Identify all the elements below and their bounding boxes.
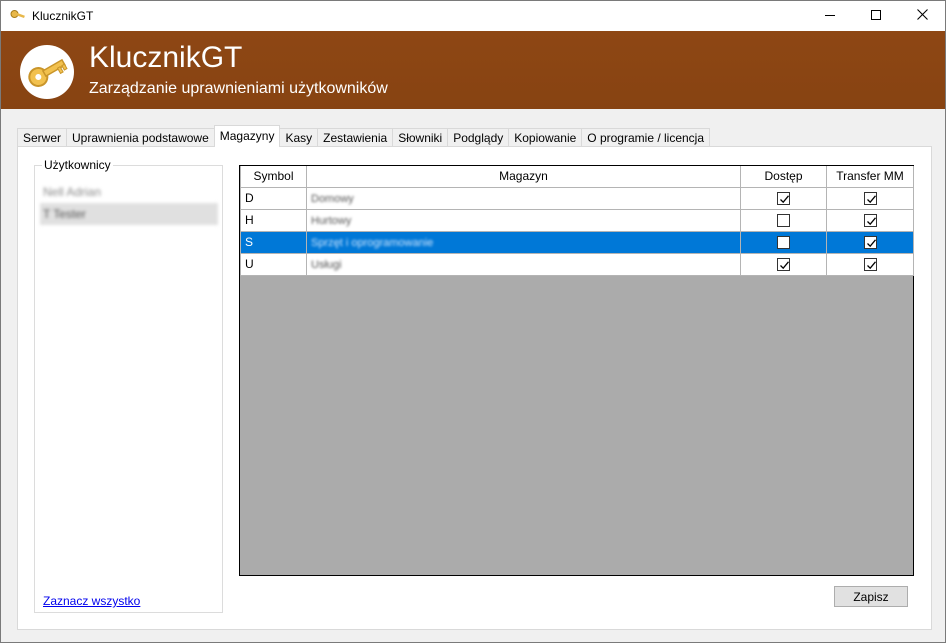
warehouse-grid[interactable]: Symbol Magazyn Dostęp Transfer MM D Domow…	[239, 165, 914, 576]
maximize-icon	[871, 9, 881, 23]
user-list-item[interactable]: Nell Adrian	[40, 181, 218, 203]
users-list[interactable]: Nell Adrian T Tester	[40, 181, 218, 225]
table-row[interactable]: D Domowy	[240, 186, 914, 210]
minimize-button[interactable]	[807, 1, 853, 31]
dostep-checkbox[interactable]	[777, 236, 790, 250]
dostep-checkbox[interactable]	[777, 258, 790, 272]
cell-transfer-mm	[826, 230, 914, 254]
cell-transfer-mm	[826, 252, 914, 276]
cell-dostep	[740, 186, 827, 210]
cell-symbol: U	[240, 252, 307, 276]
maximize-button[interactable]	[853, 1, 899, 31]
table-header-row: Symbol Magazyn Dostęp Transfer MM	[240, 166, 914, 188]
tab-magazyny[interactable]: Magazyny	[213, 125, 281, 147]
cell-transfer-mm	[826, 208, 914, 232]
warehouse-table: Symbol Magazyn Dostęp Transfer MM D Domow…	[240, 166, 914, 276]
cell-dostep	[740, 252, 827, 276]
cell-symbol: H	[240, 208, 307, 232]
cell-magazyn: Sprzęt i oprogramowanie	[306, 230, 741, 254]
cell-dostep	[740, 208, 827, 232]
transfer-mm-checkbox[interactable]	[863, 236, 877, 250]
select-all-link[interactable]: Zaznacz wszystko	[43, 594, 140, 608]
column-header-magazyn[interactable]: Magazyn	[306, 166, 741, 188]
dostep-checkbox[interactable]	[777, 214, 790, 228]
key-icon	[10, 9, 26, 23]
column-header-symbol[interactable]: Symbol	[240, 166, 307, 188]
magazyn-name: Usługi	[311, 259, 342, 271]
tab-kasy[interactable]: Kasy	[279, 128, 319, 147]
tab-zestawienia[interactable]: Zestawienia	[317, 128, 394, 147]
magazyn-name: Domowy	[311, 193, 354, 205]
cell-dostep	[740, 230, 827, 254]
tab-uprawnienia-podstawowe[interactable]: Uprawnienia podstawowe	[66, 128, 215, 147]
cell-magazyn: Usługi	[306, 252, 741, 276]
magazyn-name: Hurtowy	[311, 215, 352, 227]
tab-kopiowanie[interactable]: Kopiowanie	[508, 128, 583, 147]
table-row[interactable]: S Sprzęt i oprogramowanie	[240, 230, 914, 254]
column-header-dostep[interactable]: Dostęp	[740, 166, 827, 188]
save-button[interactable]: Zapisz	[834, 586, 908, 607]
cell-symbol: S	[240, 230, 307, 254]
tab-strip: Serwer Uprawnienia podstawowe Magazyny K…	[17, 125, 711, 147]
cell-magazyn: Hurtowy	[306, 208, 741, 232]
tab-podglady[interactable]: Podglądy	[447, 128, 510, 147]
header-banner: KlucznikGT Zarządzanie uprawnieniami uży…	[1, 31, 945, 109]
window-title: KlucznikGT	[32, 9, 94, 23]
tab-serwer[interactable]: Serwer	[17, 128, 68, 147]
table-row[interactable]: U Usługi	[240, 252, 914, 276]
transfer-mm-checkbox[interactable]	[863, 214, 877, 228]
minimize-icon	[825, 9, 835, 23]
magazyn-name: Sprzęt i oprogramowanie	[311, 237, 434, 249]
dostep-checkbox[interactable]	[777, 192, 790, 206]
main-window: KlucznikGT KlucznikGT Zarządzanie uprawn…	[0, 0, 946, 643]
app-name: KlucznikGT	[89, 41, 243, 74]
cell-symbol: D	[240, 186, 307, 210]
column-header-transfer-mm[interactable]: Transfer MM	[826, 166, 914, 188]
table-row[interactable]: H Hurtowy	[240, 208, 914, 232]
transfer-mm-checkbox[interactable]	[863, 258, 877, 272]
transfer-mm-checkbox[interactable]	[863, 192, 877, 206]
user-list-item-selected[interactable]: T Tester	[40, 203, 218, 225]
users-groupbox: Użytkownicy Nell Adrian T Tester Zaznacz…	[34, 158, 223, 613]
users-legend: Użytkownicy	[42, 158, 113, 172]
tab-o-programie[interactable]: O programie / licencja	[581, 128, 711, 147]
key-icon	[20, 45, 74, 99]
app-subtitle: Zarządzanie uprawnieniami użytkowników	[89, 80, 388, 97]
title-bar[interactable]: KlucznikGT	[1, 1, 945, 31]
tab-slowniki[interactable]: Słowniki	[392, 128, 449, 147]
cell-transfer-mm	[826, 186, 914, 210]
close-icon	[916, 9, 928, 23]
close-button[interactable]	[899, 1, 945, 31]
cell-magazyn: Domowy	[306, 186, 741, 210]
